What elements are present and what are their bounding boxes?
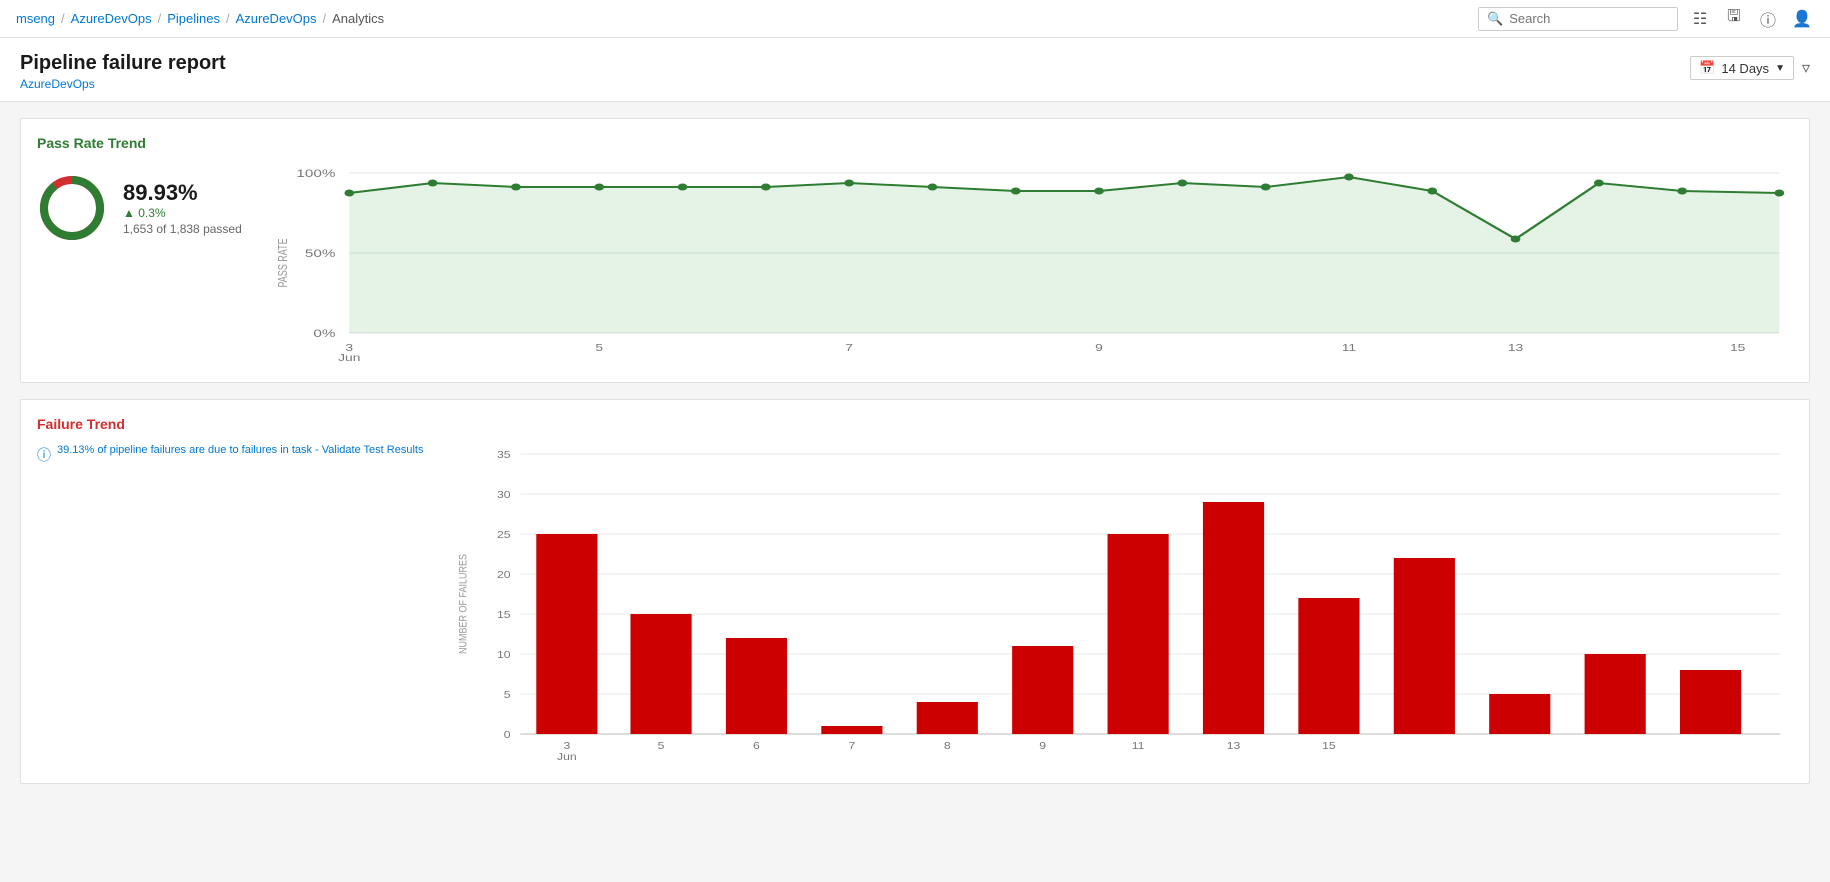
search-box[interactable]: 🔍 (1478, 7, 1678, 31)
svg-text:5: 5 (504, 690, 511, 701)
bar-11 (1394, 558, 1455, 734)
svg-text:5: 5 (658, 741, 665, 752)
svg-text:100%: 100% (296, 167, 335, 179)
line-chart-container: 100% 50% 0% PASS RATE (266, 163, 1793, 366)
bar-10 (1299, 598, 1360, 734)
svg-text:5: 5 (595, 342, 603, 354)
breadcrumb-azuredevops2[interactable]: AzureDevOps (236, 11, 317, 26)
rate-info: 89.93% ▲ 0.3% 1,653 of 1,838 passed (123, 180, 242, 236)
nav-right: 🔍 ☷ 🖫 ⓘ 👤 (1478, 7, 1814, 31)
bar-8 (1108, 534, 1169, 734)
donut-chart (37, 173, 107, 243)
bar-1 (537, 534, 598, 734)
svg-text:NUMBER OF FAILURES: NUMBER OF FAILURES (458, 554, 470, 654)
svg-text:13: 13 (1508, 342, 1524, 354)
svg-text:Jun: Jun (557, 752, 577, 763)
bar-chart-container: 35 30 25 20 15 10 5 0 NUMBER OF FAILURES (447, 444, 1793, 767)
failure-note: ⓘ 39.13% of pipeline failures are due to… (37, 444, 423, 465)
svg-text:6: 6 (754, 741, 761, 752)
bar-12 (1490, 694, 1551, 734)
svg-text:13: 13 (1227, 741, 1241, 752)
svg-text:15: 15 (497, 610, 511, 621)
bar-13 (1585, 654, 1646, 734)
bar-chart-section: ⓘ 39.13% of pipeline failures are due to… (37, 444, 1793, 767)
svg-text:15: 15 (1730, 342, 1746, 354)
info-circle-icon: ⓘ (37, 445, 51, 465)
rate-passed: 1,653 of 1,838 passed (123, 222, 242, 236)
page-title: Pipeline failure report (20, 52, 226, 75)
svg-text:10: 10 (497, 650, 511, 661)
svg-text:PASS RATE: PASS RATE (276, 238, 290, 287)
svg-text:0%: 0% (313, 327, 335, 339)
svg-text:15: 15 (1323, 741, 1337, 752)
failure-trend-card: Failure Trend ⓘ 39.13% of pipeline failu… (20, 399, 1810, 784)
svg-text:35: 35 (497, 450, 511, 461)
days-label: 14 Days (1721, 61, 1769, 76)
bar-14 (1680, 670, 1741, 734)
bar-5 (822, 726, 883, 734)
svg-text:8: 8 (944, 741, 951, 752)
rate-percent: 89.93% (123, 180, 242, 206)
rate-change: ▲ 0.3% (123, 206, 242, 220)
breadcrumb-pipelines[interactable]: Pipelines (167, 11, 220, 26)
pass-rate-title: Pass Rate Trend (37, 135, 1793, 151)
user-icon[interactable]: 👤 (1790, 7, 1814, 31)
grid-icon[interactable]: ☷ (1688, 7, 1712, 31)
header-right: 📅 14 Days ▼ ▿ (1690, 56, 1810, 80)
pass-rate-card: Pass Rate Trend 89.93% ▲ 0.3% (20, 118, 1810, 383)
page-header: Pipeline failure report AzureDevOps 📅 14… (0, 38, 1830, 102)
search-input[interactable] (1509, 11, 1669, 26)
svg-text:9: 9 (1040, 741, 1047, 752)
bar-6 (917, 702, 978, 734)
bar-7 (1013, 646, 1074, 734)
svg-text:3: 3 (564, 741, 571, 752)
filter-icon[interactable]: ▿ (1802, 58, 1810, 78)
donut-container: 89.93% ▲ 0.3% 1,653 of 1,838 passed (37, 173, 242, 243)
bar-9 (1203, 502, 1264, 734)
chevron-down-icon: ▼ (1775, 63, 1785, 74)
svg-text:25: 25 (497, 530, 511, 541)
bar-chart-left: ⓘ 39.13% of pipeline failures are due to… (37, 444, 423, 465)
top-navigation: mseng / AzureDevOps / Pipelines / AzureD… (0, 0, 1830, 38)
svg-text:50%: 50% (305, 247, 336, 259)
main-content: Pass Rate Trend 89.93% ▲ 0.3% (0, 102, 1830, 800)
bar-chart-svg: 35 30 25 20 15 10 5 0 NUMBER OF FAILURES (447, 444, 1793, 764)
bar-3 (631, 614, 692, 734)
help-icon[interactable]: ⓘ (1756, 7, 1780, 31)
svg-text:0: 0 (504, 730, 511, 741)
svg-text:11: 11 (1132, 741, 1145, 752)
breadcrumb: mseng / AzureDevOps / Pipelines / AzureD… (16, 11, 384, 26)
svg-text:9: 9 (1095, 342, 1103, 354)
svg-text:30: 30 (497, 490, 511, 501)
page-title-block: Pipeline failure report AzureDevOps (20, 52, 226, 91)
svg-text:11: 11 (1342, 342, 1357, 354)
bar-4 (726, 638, 787, 734)
svg-text:7: 7 (849, 741, 856, 752)
line-chart-svg: 100% 50% 0% PASS RATE (266, 163, 1793, 363)
page-subtitle: AzureDevOps (20, 77, 226, 91)
svg-text:7: 7 (845, 342, 853, 354)
breadcrumb-analytics: Analytics (332, 11, 384, 26)
failure-trend-title: Failure Trend (37, 416, 1793, 432)
svg-text:20: 20 (497, 570, 511, 581)
save-icon[interactable]: 🖫 (1722, 7, 1746, 31)
pass-rate-section: 89.93% ▲ 0.3% 1,653 of 1,838 passed 100%… (37, 163, 1793, 366)
pass-rate-left: 89.93% ▲ 0.3% 1,653 of 1,838 passed (37, 163, 242, 243)
breadcrumb-azuredevops1[interactable]: AzureDevOps (71, 11, 152, 26)
search-icon: 🔍 (1487, 11, 1503, 27)
days-dropdown[interactable]: 📅 14 Days ▼ (1690, 56, 1794, 80)
calendar-icon: 📅 (1699, 60, 1715, 76)
breadcrumb-mseng[interactable]: mseng (16, 11, 55, 26)
svg-text:Jun: Jun (338, 352, 360, 363)
failure-note-text: 39.13% of pipeline failures are due to f… (57, 444, 423, 456)
